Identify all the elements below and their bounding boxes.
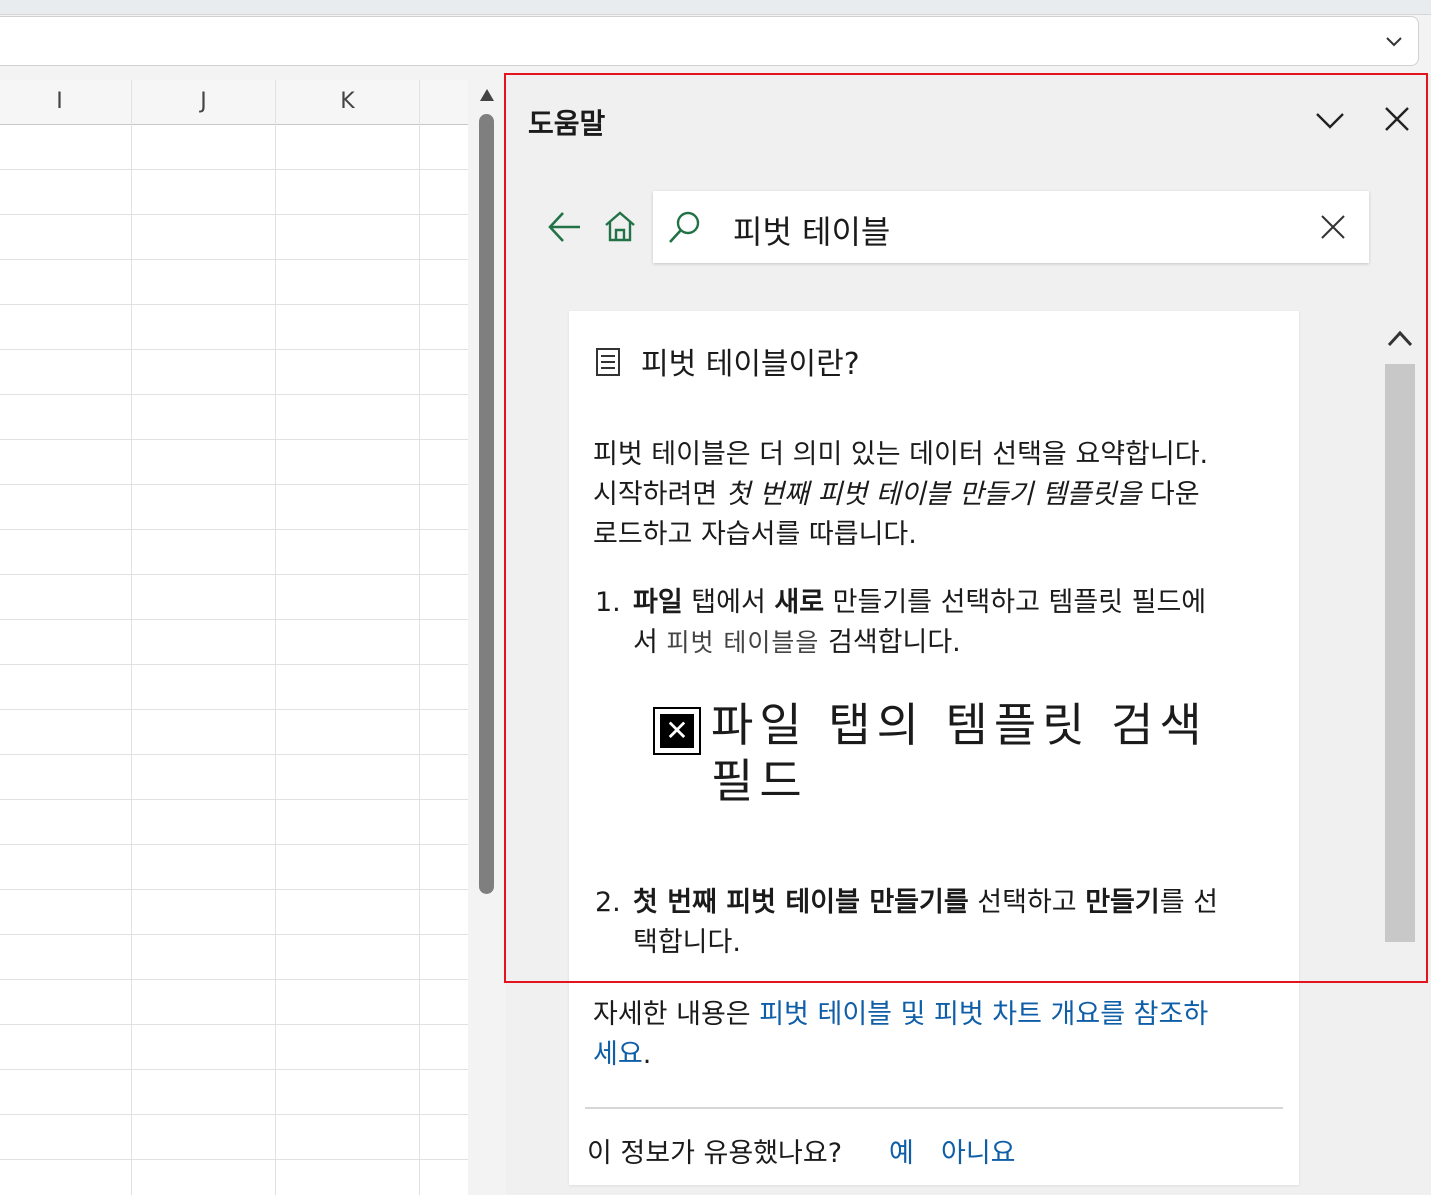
grid-row-line [0, 754, 468, 755]
image-alt-text: 파일 탭의 템플릿 검색 필드 [711, 698, 1208, 808]
feedback-question: 이 정보가 유용했나요? [587, 1138, 843, 1169]
grid-row-line [0, 304, 468, 305]
grid-row-line [0, 799, 468, 800]
grid-column-line [419, 124, 420, 1195]
feedback-yes-button[interactable]: 예 [889, 1131, 914, 1170]
worksheet-grid[interactable]: I J K [0, 80, 468, 1195]
grid-row-line [0, 574, 468, 575]
grid-row-line [0, 664, 468, 665]
scrollbar-thumb[interactable] [479, 114, 494, 894]
grid-row-line [0, 259, 468, 260]
article-title: 피벗 테이블이란? [641, 347, 860, 382]
grid-row-line [0, 619, 468, 620]
grid-column-line [275, 124, 276, 1195]
step-bold: 새로 [774, 587, 825, 618]
column-header-i[interactable]: I [0, 80, 132, 125]
step-text: 검색합니다. [819, 627, 961, 658]
ribbon-edge [0, 0, 1431, 15]
feedback-no-button[interactable]: 아니요 [941, 1131, 1016, 1170]
more-info: 자세한 내용은 피벗 테이블 및 피벗 차트 개요를 참조하세요. [593, 995, 1223, 1075]
sheet-vertical-scrollbar[interactable] [470, 80, 504, 1195]
grid-row-line [0, 529, 468, 530]
grid-row-line [0, 1069, 468, 1070]
grid-row-line [0, 394, 468, 395]
column-header-j[interactable]: J [132, 80, 276, 125]
grid-row-line [0, 349, 468, 350]
article-card: 피벗 테이블이란? 피벗 테이블은 더 의미 있는 데이터 선택을 요약합니다.… [569, 311, 1299, 1185]
scroll-up-arrow-icon[interactable] [479, 88, 495, 102]
column-header-l[interactable] [420, 80, 468, 125]
article-icon [596, 348, 620, 376]
divider [585, 1107, 1283, 1109]
more-info-end: . [642, 1039, 652, 1070]
chevron-up-icon[interactable] [1386, 328, 1414, 348]
step-bold: 파일 [633, 587, 683, 618]
chevron-down-icon[interactable] [1384, 31, 1404, 51]
broken-image-icon: ✕ [653, 707, 701, 755]
step-1-text: 파일 탭에서 새로 만들기를 선택하고 템플릿 필드에서 피벗 테이블을 검색합… [633, 583, 1223, 663]
grid-row-line [0, 844, 468, 845]
grid-row-line [0, 934, 468, 935]
search-input[interactable]: 피벗 테이블 [733, 207, 890, 253]
article-intro: 피벗 테이블은 더 의미 있는 데이터 선택을 요약합니다. 시작하려면 첫 번… [593, 435, 1223, 555]
chevron-down-icon[interactable] [1314, 106, 1346, 134]
grid-column-line [131, 124, 132, 1195]
step-bold: 첫 번째 피벗 테이블 만들기를 [633, 887, 969, 918]
grid-row-line [0, 169, 468, 170]
grid-row-line [0, 979, 468, 980]
step-2-text: 첫 번째 피벗 테이블 만들기를 선택하고 만들기를 선택합니다. [633, 883, 1223, 963]
close-icon[interactable] [1382, 104, 1412, 134]
more-info-text: 자세한 내용은 [593, 999, 760, 1030]
column-header-k[interactable]: K [276, 80, 420, 125]
back-arrow-icon[interactable] [546, 208, 584, 246]
grid-row-line [0, 1159, 468, 1160]
grid-row-line [0, 709, 468, 710]
help-pane: 도움말 피벗 테이블 피벗 테이블이란? 피벗 테이블은 더 의미 있는 데이터… [506, 74, 1431, 1195]
grid-row-line [0, 1114, 468, 1115]
grid-row-line [0, 889, 468, 890]
home-icon[interactable] [602, 208, 638, 244]
formula-bar[interactable] [0, 16, 1419, 66]
grid-row-line [0, 214, 468, 215]
grid-row-line [0, 439, 468, 440]
step-number: 1. [595, 587, 621, 618]
pane-scrollbar-thumb[interactable] [1385, 364, 1415, 942]
search-icon [669, 211, 700, 243]
ui-search-term: 피벗 테이블을 [666, 628, 820, 657]
step-number: 2. [595, 887, 621, 918]
step-text: 선택하고 [968, 887, 1086, 918]
grid-row-line [0, 1024, 468, 1025]
step-text: 탭에서 [682, 587, 775, 618]
help-search-box[interactable]: 피벗 테이블 [653, 191, 1369, 263]
pane-title: 도움말 [528, 107, 606, 140]
step-bold: 만들기 [1085, 887, 1160, 918]
intro-template-name: 첫 번째 피벗 테이블 만들기 템플릿을 [725, 479, 1142, 510]
clear-search-icon[interactable] [1319, 213, 1347, 241]
grid-row-line [0, 484, 468, 485]
